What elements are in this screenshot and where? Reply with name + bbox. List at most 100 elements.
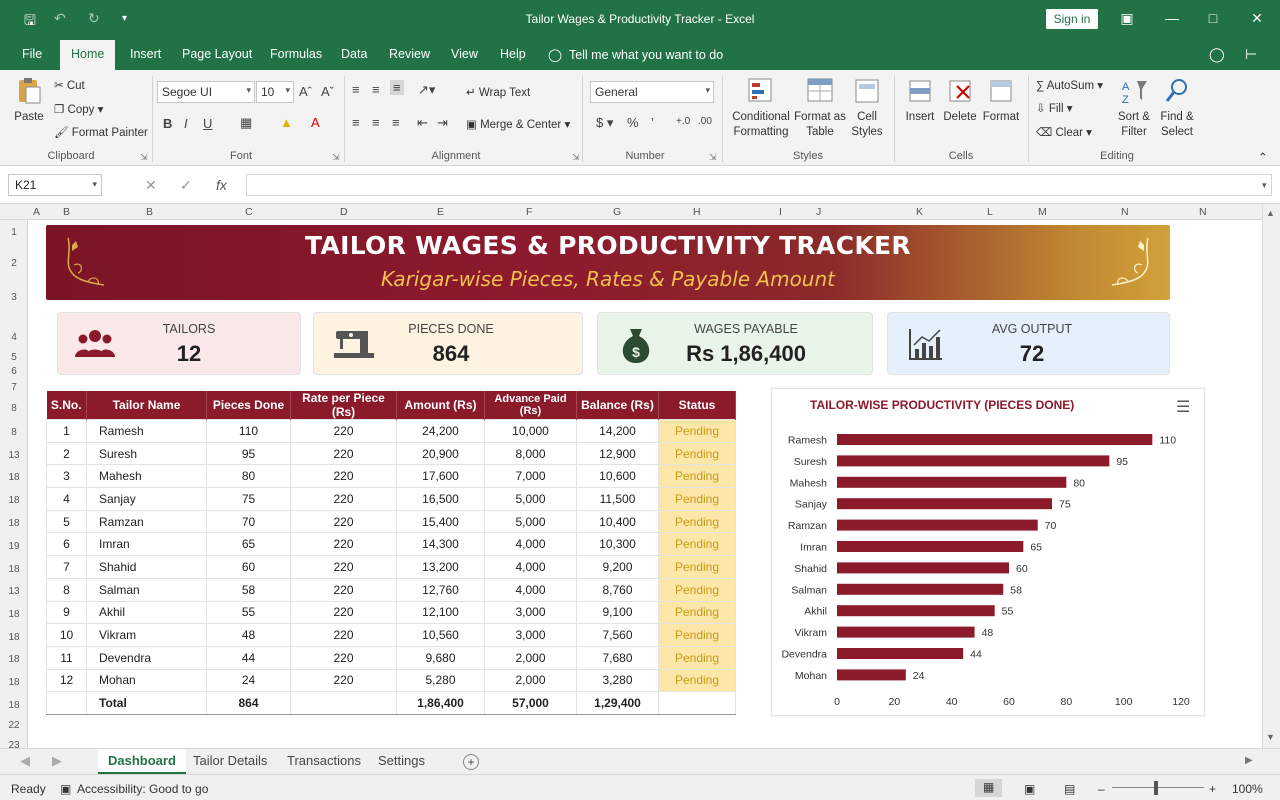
cell-sno[interactable]: 9 xyxy=(46,600,87,625)
tab-home[interactable]: Home xyxy=(60,40,116,70)
page-break-view-icon[interactable]: ▤ xyxy=(1064,782,1075,796)
cell-amount[interactable]: 24,200 xyxy=(396,419,485,443)
vertical-scrollbar[interactable]: ▲ ▼ xyxy=(1262,204,1280,748)
cell-rate[interactable]: 220 xyxy=(290,645,397,670)
cell-amount[interactable]: 12,760 xyxy=(396,577,485,602)
cell-tailor-name[interactable]: Mohan xyxy=(86,668,207,693)
cell-advance[interactable]: 2,000 xyxy=(484,645,577,670)
cell-rate[interactable]: 220 xyxy=(290,532,397,557)
column-header[interactable]: L xyxy=(987,206,993,218)
cell-balance[interactable]: 10,600 xyxy=(576,464,659,489)
column-header[interactable]: B xyxy=(63,206,70,218)
cell-status[interactable]: Pending xyxy=(658,555,736,579)
cell-status[interactable]: Pending xyxy=(658,623,736,647)
cell-rate[interactable]: 220 xyxy=(290,668,397,693)
cell-pieces[interactable]: 48 xyxy=(206,623,291,647)
cell-rate[interactable]: 220 xyxy=(290,441,397,466)
bar-salman[interactable] xyxy=(837,583,1004,595)
align-left-icon[interactable]: ≡ xyxy=(352,115,360,130)
enter-icon[interactable]: ✓ xyxy=(180,177,192,194)
tab-page-layout[interactable]: Page Layout xyxy=(182,47,252,61)
row-header[interactable]: 19 xyxy=(0,541,28,552)
feedback-icon[interactable]: ◯ xyxy=(1209,46,1225,63)
bar-shahid[interactable] xyxy=(837,562,1009,574)
decrease-font-icon[interactable]: Aˇ xyxy=(321,84,334,99)
conditional-formatting-button[interactable]: Conditional Formatting xyxy=(728,76,794,140)
cell-advance[interactable]: 4,000 xyxy=(484,555,577,579)
row-header[interactable]: 1 xyxy=(0,227,28,238)
cell-status[interactable]: Pending xyxy=(658,600,736,625)
header-tailor-name[interactable]: Tailor Name xyxy=(86,391,207,420)
cell-balance[interactable]: 10,400 xyxy=(576,509,659,534)
cancel-icon[interactable]: ✕ xyxy=(145,177,157,194)
format-as-table-button[interactable]: Format as Table xyxy=(794,76,846,140)
row-header[interactable]: 18 xyxy=(0,564,28,575)
wrap-text-button[interactable]: ↵ Wrap Text xyxy=(466,85,530,99)
row-header[interactable]: 13 xyxy=(0,586,28,597)
column-header[interactable]: K xyxy=(916,206,923,218)
italic-button[interactable]: I xyxy=(184,116,188,131)
merge-center-button[interactable]: ▣ Merge & Center ▾ xyxy=(466,117,570,131)
cell-styles-button[interactable]: Cell Styles xyxy=(846,76,888,140)
cell-rate[interactable]: 220 xyxy=(290,509,397,534)
cell-advance[interactable]: 8,000 xyxy=(484,441,577,466)
cell-rate[interactable]: 220 xyxy=(290,464,397,489)
ribbon-display-options-icon[interactable]: ▣ xyxy=(1117,10,1137,27)
tab-view[interactable]: View xyxy=(451,47,478,61)
bar-suresh[interactable] xyxy=(837,455,1110,467)
row-header[interactable]: 4 xyxy=(0,332,28,343)
cell-tailor-name[interactable]: Imran xyxy=(86,532,207,557)
format-cells-button[interactable]: Format xyxy=(980,76,1022,125)
increase-font-icon[interactable]: Aˆ xyxy=(299,84,312,99)
cell-pieces[interactable]: 80 xyxy=(206,464,291,489)
sheet-tab-dashboard[interactable]: Dashboard xyxy=(98,749,186,775)
cell-balance[interactable]: 10,300 xyxy=(576,532,659,557)
column-header[interactable]: I xyxy=(779,206,782,218)
align-center-icon[interactable]: ≡ xyxy=(372,115,380,130)
number-format-select[interactable]: General ▾ xyxy=(590,81,714,103)
sheet-tab-tailor-details[interactable]: Tailor Details xyxy=(193,753,267,768)
cell-rate[interactable]: 220 xyxy=(290,600,397,625)
column-header[interactable]: G xyxy=(613,206,621,218)
maximize-button[interactable]: □ xyxy=(1203,10,1223,26)
align-middle-icon[interactable]: ≡ xyxy=(372,82,380,97)
total-cell-balance[interactable]: 1,29,400 xyxy=(576,691,659,715)
cut-button[interactable]: ✂ Cut xyxy=(54,78,85,92)
cell-pieces[interactable]: 65 xyxy=(206,532,291,557)
zoom-in-icon[interactable]: + xyxy=(1209,782,1216,796)
header-sno[interactable]: S.No. xyxy=(46,391,87,420)
bar-vikram[interactable] xyxy=(837,626,975,638)
cell-balance[interactable]: 14,200 xyxy=(576,419,659,443)
decrease-indent-icon[interactable]: ⇤ xyxy=(417,115,428,131)
cell-balance[interactable]: 12,900 xyxy=(576,441,659,466)
row-header[interactable]: 18 xyxy=(0,495,28,506)
cell-balance[interactable]: 8,760 xyxy=(576,577,659,602)
cell-advance[interactable]: 5,000 xyxy=(484,509,577,534)
cell-balance[interactable]: 7,560 xyxy=(576,623,659,647)
align-right-icon[interactable]: ≡ xyxy=(392,115,400,130)
cell-sno[interactable]: 1 xyxy=(46,419,87,443)
expand-formula-bar-icon[interactable]: ▾ xyxy=(1262,180,1267,191)
scroll-up-icon[interactable]: ▲ xyxy=(1266,208,1275,218)
cell-amount[interactable]: 14,300 xyxy=(396,532,485,557)
delete-cells-button[interactable]: Delete xyxy=(940,76,980,125)
accessibility-icon[interactable]: ▣ xyxy=(60,782,71,796)
clipboard-launcher-icon[interactable]: ⇲ xyxy=(140,152,148,163)
cell-status[interactable]: Pending xyxy=(658,464,736,489)
bar-sanjay[interactable] xyxy=(837,498,1052,510)
total-cell-pieces[interactable]: 864 xyxy=(206,691,291,715)
tab-formulas[interactable]: Formulas xyxy=(270,47,322,61)
column-header[interactable]: B xyxy=(146,206,153,218)
row-header[interactable]: 5 xyxy=(0,352,28,363)
decrease-decimal-icon[interactable]: .00 xyxy=(698,116,712,127)
scroll-down-icon[interactable]: ▼ xyxy=(1266,732,1275,742)
tab-review[interactable]: Review xyxy=(389,47,430,61)
column-header[interactable]: M xyxy=(1038,206,1047,218)
column-header[interactable]: N xyxy=(1199,206,1207,218)
header-advance[interactable]: Advance Paid (Rs) xyxy=(484,391,577,420)
share-icon[interactable]: ⊢ xyxy=(1245,46,1257,63)
cell-rate[interactable]: 220 xyxy=(290,577,397,602)
cell-amount[interactable]: 15,400 xyxy=(396,509,485,534)
cell-tailor-name[interactable]: Sanjay xyxy=(86,487,207,511)
row-header[interactable]: 8 xyxy=(0,403,28,414)
